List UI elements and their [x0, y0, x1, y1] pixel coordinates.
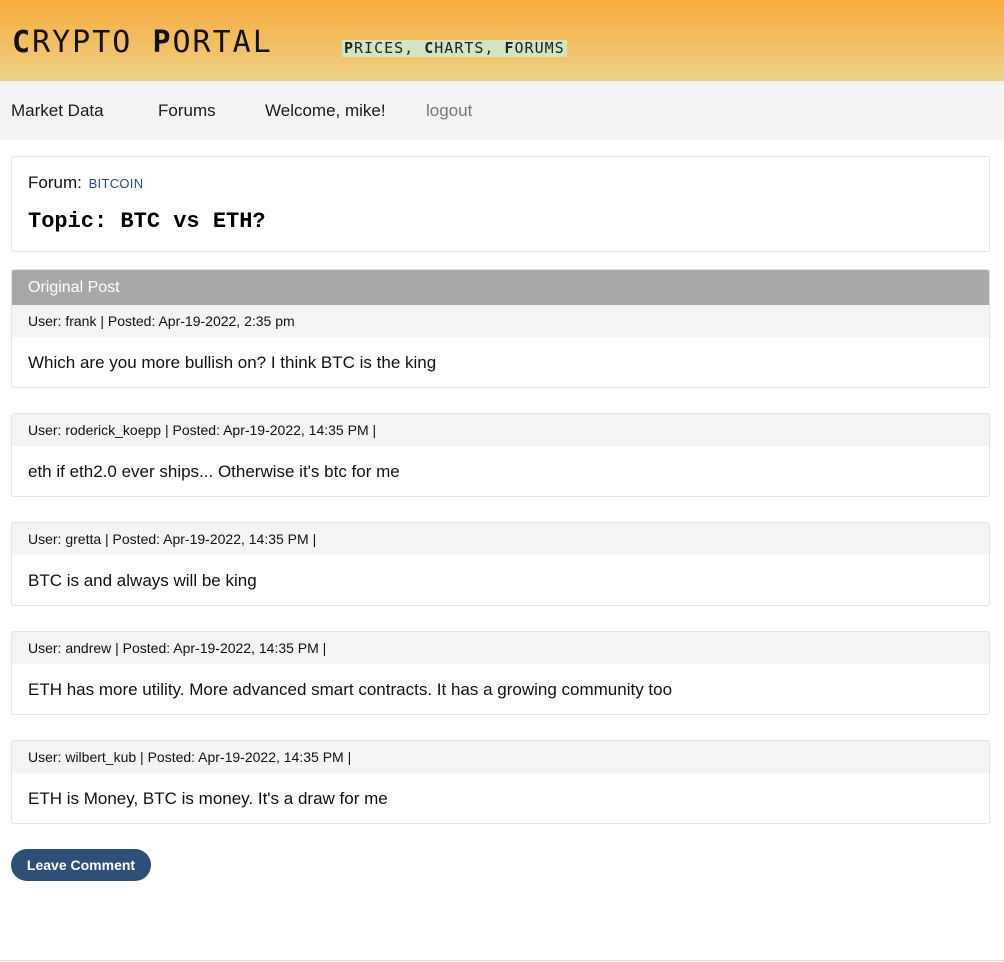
post-body: eth if eth2.0 ever ships... Otherwise it… — [28, 462, 400, 481]
site-tagline: PRICES, CHARTS, FORUMS — [342, 40, 567, 57]
forum-label: Forum: — [28, 173, 82, 192]
tagline-part-1: RICES, — [354, 39, 425, 57]
forum-line: Forum: BITCOIN — [28, 173, 143, 193]
logo-initial-p: P — [152, 25, 173, 60]
logout-link[interactable]: logout — [426, 81, 472, 140]
site-logo[interactable]: CRYPTO PORTAL — [12, 26, 273, 60]
reply-post: User: roderick_koepp | Posted: Apr-19-20… — [11, 413, 990, 497]
site-header: CRYPTO PORTAL PRICES, CHARTS, FORUMS — [0, 0, 1004, 81]
reply-post: User: andrew | Posted: Apr-19-2022, 14:3… — [11, 631, 990, 715]
post-meta: User: wilbert_kub | Posted: Apr-19-2022,… — [12, 741, 989, 773]
leave-comment-button[interactable]: Leave Comment — [11, 849, 151, 881]
original-post-banner: Original Post — [12, 270, 989, 305]
post-meta: User: gretta | Posted: Apr-19-2022, 14:3… — [12, 523, 989, 555]
tagline-initial-1: P — [344, 39, 355, 57]
reply-post: User: wilbert_kub | Posted: Apr-19-2022,… — [11, 740, 990, 824]
post-body: ETH is Money, BTC is money. It's a draw … — [28, 789, 388, 808]
post-body: Which are you more bullish on? I think B… — [28, 353, 437, 372]
logo-initial-c: C — [12, 25, 33, 60]
nav-market-data[interactable]: Market Data — [11, 81, 104, 140]
post-meta: User: roderick_koepp | Posted: Apr-19-20… — [12, 414, 989, 446]
post-meta: User: andrew | Posted: Apr-19-2022, 14:3… — [12, 632, 989, 664]
tagline-initial-3: F — [504, 39, 515, 57]
post-meta: User: frank | Posted: Apr-19-2022, 2:35 … — [12, 305, 989, 337]
nav-forums[interactable]: Forums — [158, 81, 216, 140]
tagline-initial-2: C — [424, 39, 435, 57]
post-body: BTC is and always will be king — [28, 571, 257, 590]
logo-word-rypto: RYPTO — [32, 25, 133, 60]
page-bottom-divider — [0, 960, 1004, 961]
forum-name-link[interactable]: BITCOIN — [89, 176, 144, 191]
logo-word-ortal: ORTAL — [172, 25, 273, 60]
reply-post: User: gretta | Posted: Apr-19-2022, 14:3… — [11, 522, 990, 606]
topic-title: Topic: BTC vs ETH? — [28, 209, 266, 234]
welcome-text: Welcome, mike! — [265, 101, 386, 120]
tagline-part-2: HARTS, — [434, 39, 505, 57]
original-post: Original Post User: frank | Posted: Apr-… — [11, 269, 990, 388]
main-nav: Market Data Forums Welcome, mike! logout — [0, 81, 1004, 140]
post-body: ETH has more utility. More advanced smar… — [28, 680, 673, 699]
tagline-part-3: ORUMS — [514, 39, 565, 57]
topic-header-card: Forum: BITCOIN Topic: BTC vs ETH? — [11, 156, 990, 252]
